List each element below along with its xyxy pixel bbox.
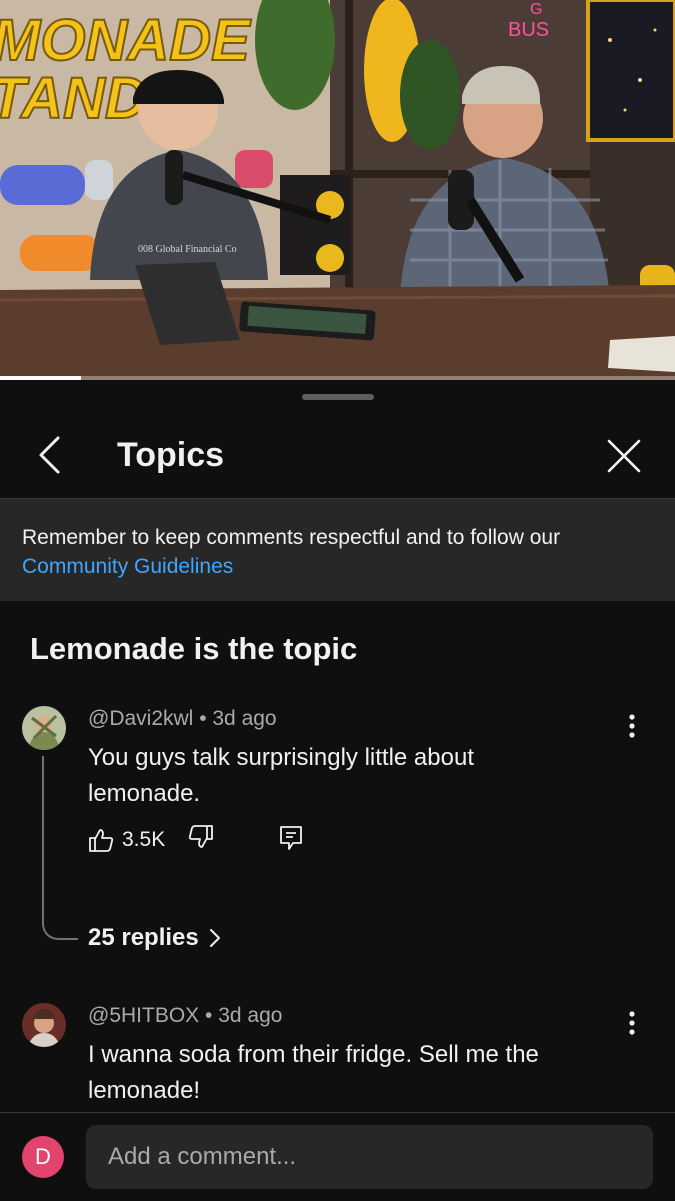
- video-frame: BUS G MONADE TAND 008 Global Financial C…: [0, 0, 675, 380]
- meta-separator: •: [205, 1004, 219, 1027]
- svg-text:008 Global Financial Co: 008 Global Financial Co: [138, 244, 237, 255]
- comment-actions: 3.5K: [88, 822, 348, 858]
- commenter-avatar[interactable]: [22, 706, 66, 750]
- view-replies-button[interactable]: 25 replies: [88, 921, 221, 955]
- chevron-left-icon: [39, 436, 60, 474]
- like-button[interactable]: 3.5K: [88, 822, 165, 858]
- comment-item: @5HITBOX • 3d ago I wanna soda from thei…: [0, 1003, 675, 1113]
- chevron-right-icon: [209, 929, 220, 947]
- like-count: 3.5K: [122, 828, 166, 851]
- user-avatar[interactable]: D: [22, 1136, 64, 1178]
- panel-header: Topics: [0, 410, 675, 499]
- svg-text:TAND: TAND: [0, 66, 147, 131]
- avatar-image: [22, 1003, 66, 1047]
- comment-meta: @5HITBOX • 3d ago: [88, 1003, 282, 1029]
- avatar-image: [22, 706, 66, 750]
- panel-title: Topics: [117, 436, 225, 474]
- comment-menu-button[interactable]: [612, 706, 652, 746]
- svg-text:MONADE: MONADE: [0, 8, 252, 73]
- topic-heading: Lemonade is the topic: [30, 631, 358, 666]
- comment-menu-button[interactable]: [612, 1003, 652, 1043]
- more-vert-icon: [629, 714, 635, 738]
- dislike-button[interactable]: [188, 824, 216, 854]
- svg-text:BUS: BUS: [508, 19, 549, 41]
- svg-text:G: G: [530, 1, 542, 18]
- thread-line: [42, 756, 78, 940]
- comment-age: 3d ago: [218, 1004, 283, 1027]
- comment-author[interactable]: @Davi2kwl: [88, 707, 193, 730]
- replies-count: 25 replies: [88, 924, 199, 951]
- meta-separator: •: [199, 707, 213, 730]
- topics-panel: Topics Remember to keep comments respect…: [0, 380, 675, 1201]
- back-button[interactable]: [24, 430, 74, 480]
- comment-text: You guys talk surprisingly little about …: [88, 744, 474, 807]
- comment-age: 3d ago: [212, 707, 277, 730]
- more-vert-icon: [629, 1011, 635, 1035]
- reply-button[interactable]: [278, 824, 306, 854]
- guidelines-notice: Remember to keep comments respectful and…: [0, 499, 675, 601]
- reply-icon: [280, 826, 302, 850]
- close-button[interactable]: [598, 430, 650, 482]
- close-icon: [607, 439, 641, 473]
- comment-meta: @Davi2kwl • 3d ago: [88, 706, 277, 732]
- comment-item: @Davi2kwl • 3d ago You guys talk surpris…: [0, 706, 675, 966]
- comment-text: I wanna soda from their fridge. Sell me …: [88, 1041, 539, 1104]
- thumb-up-icon: [89, 829, 114, 852]
- video-player[interactable]: BUS G MONADE TAND 008 Global Financial C…: [0, 0, 675, 380]
- add-comment-input[interactable]: [86, 1125, 653, 1189]
- comment-composer: D: [0, 1112, 675, 1201]
- thumb-down-icon: [188, 825, 213, 848]
- community-guidelines-link[interactable]: Community Guidelines: [22, 555, 233, 578]
- drag-handle[interactable]: [302, 394, 374, 400]
- commenter-avatar[interactable]: [22, 1003, 66, 1047]
- comment-author[interactable]: @5HITBOX: [88, 1004, 199, 1027]
- guidelines-text: Remember to keep comments respectful and…: [22, 526, 561, 549]
